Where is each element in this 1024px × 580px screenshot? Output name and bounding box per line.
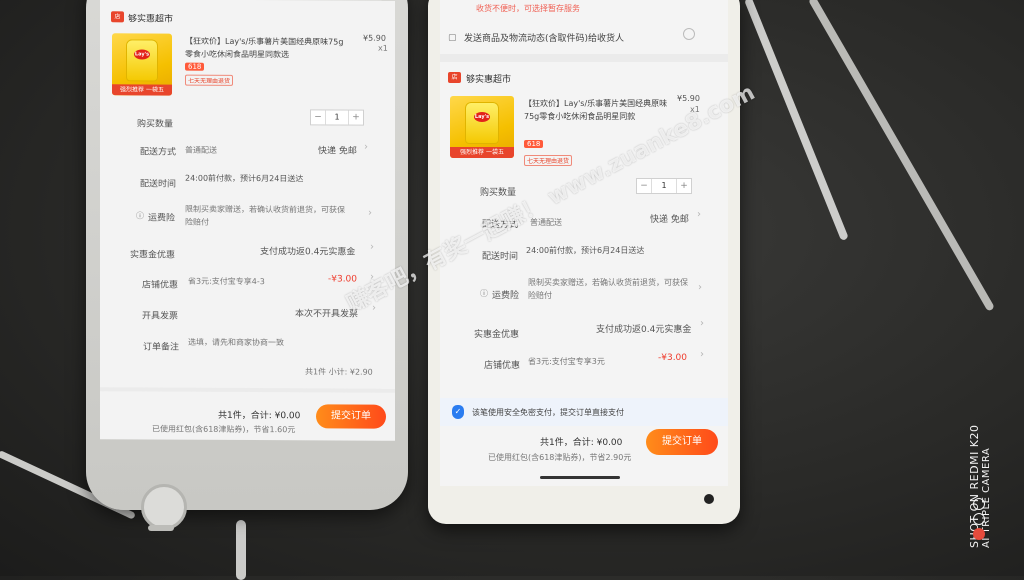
info-icon[interactable]: ⓘ [480, 288, 488, 299]
qty-stepper[interactable]: − 1 + [636, 178, 692, 194]
insurance-desc: 限制买卖家赠送，若确认收货前退货，可获保险赔付 [185, 204, 345, 227]
insurance-label: 运费险 [148, 213, 176, 224]
invoice-value[interactable]: 本次不开具发票 [295, 306, 358, 319]
chevron-right-icon[interactable]: › [364, 142, 368, 153]
notify-icon: ▢ [448, 33, 457, 43]
divider [440, 54, 728, 62]
home-button[interactable] [141, 484, 187, 530]
qty-label: 购买数量 [480, 188, 517, 198]
product-price: ¥5.90 [363, 33, 386, 43]
product-image-banner: 强烈推荐 一袋五 [450, 147, 514, 158]
chevron-right-icon[interactable]: › [370, 242, 374, 253]
delivery-value[interactable]: 快递 免邮 [650, 212, 689, 225]
security-notice: 该笔使用安全免密支付，提交订单直接支付 [472, 408, 624, 417]
shield-icon: ✓ [452, 405, 464, 419]
minus-button[interactable]: − [311, 110, 325, 124]
tag-return: 七天无理由退货 [524, 155, 573, 166]
time-value: 24:00前付款，预计6月24日送达 [526, 246, 645, 255]
lays-logo: Lay's [474, 112, 490, 122]
chevron-right-icon[interactable]: › [698, 282, 702, 293]
shop-icon: 店 [111, 11, 124, 23]
info-icon[interactable]: ⓘ [136, 210, 144, 221]
note-label: 订单备注 [143, 342, 180, 353]
shop-name[interactable]: 够实惠超市 [466, 72, 511, 85]
shop-name[interactable]: 够实惠超市 [128, 11, 173, 24]
product-image[interactable]: Lay's 强烈推荐 一袋五 [112, 33, 172, 96]
time-value: 24:00前付款，预计6月24日送达 [185, 173, 304, 184]
qty-value[interactable]: 1 [651, 179, 677, 193]
minus-button[interactable]: − [637, 179, 651, 193]
allowance-label: 实惠金优惠 [474, 330, 520, 340]
chevron-right-icon[interactable]: › [368, 208, 372, 219]
allowance-value[interactable]: 支付成功返0.4元实惠金 [260, 244, 355, 257]
tag-return: 七天无理由退货 [185, 74, 234, 86]
qty-value[interactable]: 1 [325, 110, 349, 125]
subtotal: 共1件 小计: ¥2.90 [305, 367, 373, 377]
notify-recipient: 发送商品及物流动态(含取件码)给收货人 [464, 34, 625, 44]
redpacket-savings: 已使用红包(含618津贴券)，节省2.90元 [488, 453, 632, 462]
product-title[interactable]: 【狂欢价】Lay's/乐事薯片美国经典原味75g零食小吃休闲食品明星同款选 [185, 35, 350, 62]
store-label: 店铺优惠 [142, 280, 179, 291]
camera-lens-icon [973, 495, 985, 543]
front-camera [704, 494, 714, 504]
delivery-method: 普通配送 [185, 145, 217, 155]
top-notice: 收货不便时，可选择暂存服务 [476, 4, 580, 13]
divider [100, 387, 395, 393]
product-qty: x1 [378, 43, 388, 53]
lightning-port [148, 525, 174, 531]
left-phone-screen: 店 够实惠超市 Lay's 强烈推荐 一袋五 【狂欢价】Lay's/乐事薯片美国… [100, 0, 395, 441]
product-image[interactable]: Lay's 强烈推荐 一袋五 [450, 96, 514, 158]
product-title[interactable]: 【狂欢价】Lay's/乐事薯片美国经典原味75g零食小吃休闲食品明星同款 [524, 97, 669, 123]
allowance-label: 实惠金优惠 [130, 250, 176, 261]
charging-cable [808, 0, 995, 312]
delivery-value[interactable]: 快递 免邮 [318, 143, 357, 156]
lays-logo: Lay's [134, 49, 150, 60]
chips-bag [465, 102, 499, 144]
submit-order-button[interactable]: 提交订单 [646, 429, 718, 455]
plus-button[interactable]: + [349, 111, 363, 125]
charging-cable [236, 520, 246, 580]
shop-icon: 店 [448, 72, 461, 83]
store-desc: 省3元:支付宝专享3元 [528, 357, 605, 366]
insurance-label: 运费险 [492, 291, 520, 301]
chevron-right-icon[interactable]: › [700, 318, 704, 329]
store-value[interactable]: -¥3.00 [658, 353, 687, 363]
product-image-banner: 强烈推荐 一袋五 [112, 84, 172, 96]
chevron-right-icon[interactable]: › [700, 349, 704, 360]
insurance-desc: 限制买卖家赠送，若确认收货前退货，可获保险赔付 [528, 278, 688, 300]
store-desc: 省3元:支付宝专享4-3 [188, 276, 265, 287]
tag-618: 618 [524, 140, 544, 148]
time-label: 配送时间 [482, 252, 519, 262]
delivery-label: 配送方式 [140, 147, 177, 158]
order-total: 共1件，合计: ¥0.00 [540, 438, 623, 448]
submit-order-button[interactable]: 提交订单 [316, 404, 386, 429]
notify-toggle[interactable] [683, 28, 695, 40]
order-total: 共1件，合计: ¥0.00 [218, 410, 301, 422]
store-label: 店铺优惠 [484, 361, 521, 371]
qty-stepper[interactable]: − 1 + [310, 109, 364, 126]
invoice-label: 开具发票 [142, 311, 179, 322]
gesture-bar [540, 476, 620, 479]
note-input[interactable]: 选填，请先和商家协商一致 [188, 337, 284, 349]
tag-618: 618 [185, 62, 205, 71]
allowance-value[interactable]: 支付成功返0.4元实惠金 [596, 322, 691, 335]
time-label: 配送时间 [140, 179, 177, 190]
chips-bag [126, 39, 158, 82]
qty-label: 购买数量 [137, 119, 174, 130]
redpacket-savings: 已使用红包(含618津贴券)，节省1.60元 [152, 424, 296, 435]
plus-button[interactable]: + [677, 179, 691, 193]
chevron-right-icon[interactable]: › [697, 209, 701, 220]
